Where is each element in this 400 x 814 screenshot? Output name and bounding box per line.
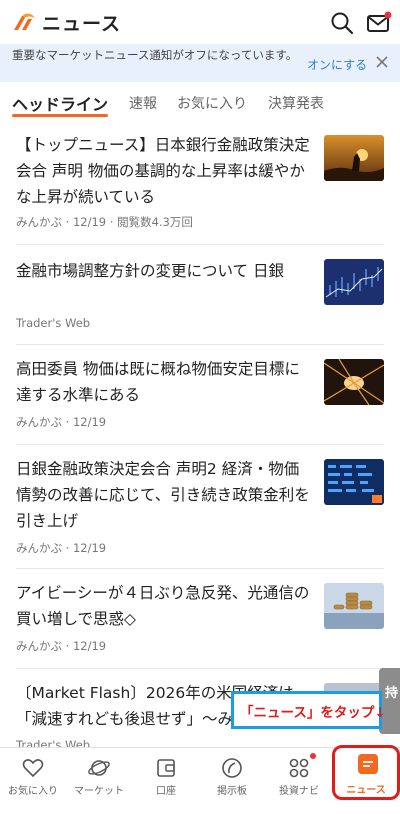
page-title: ニュース bbox=[42, 13, 122, 35]
divider bbox=[16, 244, 384, 245]
app-header: ニュース bbox=[0, 0, 400, 44]
nav-item-invest-navi[interactable]: 投資ナビ bbox=[266, 748, 332, 814]
divider bbox=[16, 344, 384, 345]
nav-label: 口座 bbox=[156, 786, 176, 797]
news-title: 【トップニュース】日本銀行金融政策決定会合 声明 物価の基調的な上昇率は緩やかな… bbox=[16, 136, 310, 206]
notification-dot bbox=[310, 753, 316, 759]
news-thumbnail bbox=[324, 259, 384, 305]
news-title: 金融市場調整方針の変更について 日銀 bbox=[16, 262, 284, 280]
news-thumbnail bbox=[324, 135, 384, 181]
search-icon[interactable] bbox=[330, 11, 354, 35]
news-meta: みんかぶ · 12/19 bbox=[16, 541, 107, 555]
news-tabs: ヘッドライン 速報 お気に入り 決算発表 bbox=[0, 84, 400, 120]
news-title: 高田委員 物価は既に概ね物価安定目標に達する水準にある bbox=[16, 360, 300, 404]
company-logo bbox=[14, 13, 35, 30]
nav-label: お気に入り bbox=[8, 786, 58, 797]
news-meta: みんかぶ · 12/19 bbox=[16, 639, 107, 653]
nav-label: ニュース bbox=[346, 785, 386, 796]
tab-earnings[interactable]: 決算発表 bbox=[268, 93, 324, 113]
close-icon[interactable] bbox=[374, 54, 390, 70]
banner-text: 重要なマーケットニュース通知がオフになっています。 bbox=[12, 48, 298, 62]
enable-notifications-button[interactable]: オンにする bbox=[307, 56, 367, 73]
nav-item-news[interactable]: ニュース bbox=[332, 745, 400, 800]
nav-item-favorites[interactable]: お気に入り bbox=[0, 748, 66, 814]
news-title: アイビーシーが４日ぶり急反発、光通信の買い増しで思惑◇ bbox=[16, 584, 310, 628]
tab-headline[interactable]: ヘッドライン bbox=[12, 91, 108, 115]
tab-breaking[interactable]: 速報 bbox=[129, 93, 157, 113]
mail-icon[interactable] bbox=[366, 11, 392, 35]
planet-icon bbox=[88, 760, 110, 776]
board-icon bbox=[222, 758, 242, 778]
nav-item-board[interactable]: 掲示板 bbox=[199, 748, 265, 814]
news-meta: Trader's Web bbox=[16, 316, 91, 330]
wallet-icon bbox=[157, 759, 175, 777]
divider bbox=[16, 444, 384, 445]
news-thumbnail bbox=[324, 583, 384, 629]
news-thumbnail bbox=[324, 359, 384, 405]
nav-item-market[interactable]: マーケット bbox=[66, 748, 132, 814]
grid-icon bbox=[289, 758, 309, 778]
active-tab-indicator bbox=[12, 114, 108, 117]
news-meta: みんかぶ · 12/19 · 閲覧数4.3万回 bbox=[16, 215, 193, 229]
news-meta: みんかぶ · 12/19 bbox=[16, 415, 107, 429]
callout-text: 「ニュース」をタップ↓ bbox=[240, 705, 386, 721]
divider bbox=[16, 568, 384, 569]
nav-label: マーケット bbox=[74, 786, 124, 797]
side-tab-label: 持 bbox=[385, 686, 399, 701]
nav-label: 掲示板 bbox=[217, 786, 247, 797]
tab-favorites[interactable]: お気に入り bbox=[177, 93, 247, 113]
instruction-callout: 「ニュース」をタップ↓ bbox=[231, 691, 386, 729]
notification-banner: 重要なマーケットニュース通知がオフになっています。 オンにする bbox=[0, 44, 400, 82]
nav-label: 投資ナビ bbox=[279, 786, 319, 797]
heart-icon bbox=[22, 759, 44, 778]
nav-item-account[interactable]: 口座 bbox=[133, 748, 199, 814]
news-title: 日銀金融政策決定会合 声明2 経済・物価情勢の改善に応じて、引き続き政策金利を引… bbox=[16, 460, 310, 530]
news-icon bbox=[358, 754, 378, 774]
divider bbox=[16, 668, 384, 669]
news-thumbnail bbox=[324, 459, 384, 505]
